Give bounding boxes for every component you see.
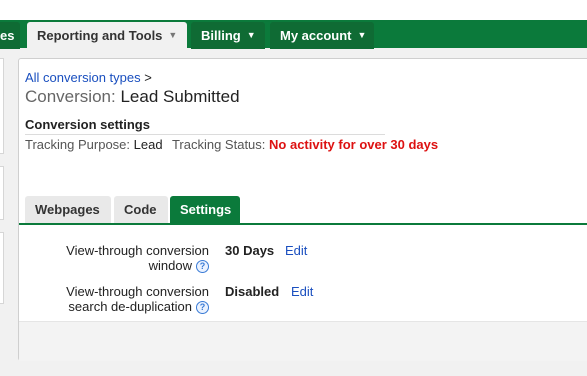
chevron-down-icon: ▼ (357, 30, 367, 40)
main-panel: All conversion types > Conversion: Lead … (18, 58, 587, 361)
left-panel-edge (0, 58, 4, 154)
search-deduplication-value: Disabled (225, 284, 280, 299)
help-icon[interactable]: ? (196, 301, 209, 315)
tracking-info: Tracking Purpose: Lead Tracking Status: … (25, 137, 438, 152)
help-icon[interactable]: ? (196, 260, 209, 274)
nav-tab-billing[interactable]: Billing ▼ (191, 22, 265, 49)
page-title-prefix: Conversion: (25, 87, 116, 106)
breadcrumb-separator: > (144, 70, 152, 85)
row-label-line: View-through conversion (66, 284, 209, 299)
breadcrumb: All conversion types > (25, 70, 152, 85)
divider (25, 134, 385, 135)
tab-settings[interactable]: Settings (170, 196, 240, 224)
nav-tab-label: es (0, 28, 15, 43)
nav-tab-reporting-tools[interactable]: Reporting and Tools ▼ (27, 22, 187, 49)
tracking-purpose-value: Lead (133, 137, 163, 152)
tab-code[interactable]: Code (114, 196, 168, 224)
tracking-purpose-label: Tracking Purpose: (25, 137, 131, 152)
edit-view-through-window-link[interactable]: Edit (285, 243, 307, 258)
search-deduplication-label: View-through conversion search de-duplic… (49, 284, 209, 315)
tracking-status-value: No activity for over 30 days (269, 137, 439, 152)
edit-search-deduplication-link[interactable]: Edit (291, 284, 313, 299)
left-panel-edge (0, 166, 4, 220)
breadcrumb-link-all-conversion-types[interactable]: All conversion types (25, 70, 141, 85)
tab-webpages[interactable]: Webpages (25, 196, 111, 224)
tab-bar: Webpages Code Settings (19, 196, 587, 224)
panel-footer (19, 321, 587, 361)
row-label-line: window (148, 258, 192, 273)
view-through-window-value: 30 Days (225, 243, 275, 258)
nav-tab-label: Billing (201, 28, 241, 43)
tracking-status-label: Tracking Status: (171, 137, 266, 152)
conversion-settings-heading: Conversion settings (25, 117, 150, 132)
chevron-down-icon: ▼ (168, 30, 178, 40)
nav-tab-campaigns[interactable]: es (0, 22, 20, 49)
nav-tab-my-account[interactable]: My account ▼ (270, 22, 374, 49)
row-label-line: search de-duplication (68, 299, 192, 314)
view-through-window-label: View-through conversion window? (49, 243, 209, 274)
row-label-line: View-through conversion (66, 243, 209, 258)
left-panel-edge (0, 232, 4, 304)
nav-tab-label: Reporting and Tools (37, 28, 163, 43)
settings-panel: View-through conversion window? 30 Days … (19, 225, 587, 321)
nav-tab-label: My account (280, 28, 352, 43)
page-title: Conversion: Lead Submitted (25, 87, 240, 107)
page-title-name: Lead Submitted (120, 87, 240, 106)
chevron-down-icon: ▼ (246, 30, 256, 40)
